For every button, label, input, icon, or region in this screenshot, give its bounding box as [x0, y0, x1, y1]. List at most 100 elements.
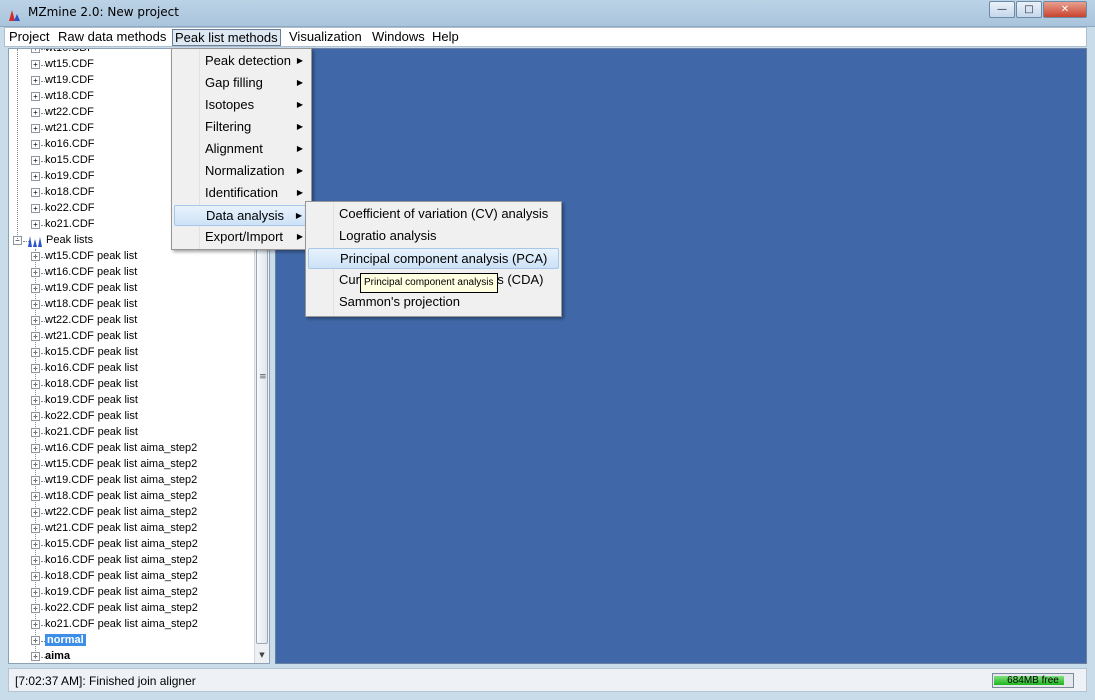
expand-icon[interactable]: + — [31, 172, 40, 181]
tree-item-label: wt21.CDF peak list — [45, 330, 138, 342]
menu-entry-label: Logratio analysis — [339, 228, 437, 243]
tree-item-label: wt15.CDF — [45, 58, 94, 70]
close-icon[interactable]: ✕ — [1043, 1, 1087, 18]
tree-item[interactable]: + wt15.CDF peak list aima_step2 — [9, 457, 255, 473]
menu-item-sammon-s-projection[interactable]: Sammon's projection — [308, 292, 559, 313]
menu-item-data-analysis[interactable]: Data analysis ▶ — [174, 205, 309, 226]
tree-item-label: ko16.CDF peak list aima_step2 — [45, 554, 198, 566]
menu-item-principal-component-analysis-pca[interactable]: Principal component analysis (PCA) — [308, 248, 559, 269]
tree-item[interactable]: + ko18.CDF peak list aima_step2 — [9, 569, 255, 585]
tree-item[interactable]: + ko22.CDF peak list — [9, 409, 255, 425]
tree-item[interactable]: + wt16.CDF peak list aima_step2 — [9, 441, 255, 457]
tree-item[interactable]: + wt15.CDF peak list — [9, 249, 255, 265]
mzmine-app-icon — [9, 10, 20, 21]
tree-item[interactable]: + wt21.CDF peak list — [9, 329, 255, 345]
submenu-arrow-icon: ▶ — [296, 188, 303, 197]
tree-item[interactable]: + wt18.CDF peak list aima_step2 — [9, 489, 255, 505]
expand-icon[interactable]: + — [31, 108, 40, 117]
tree-item[interactable]: + ko21.CDF peak list aima_step2 — [9, 617, 255, 633]
tree-item[interactable]: + ko16.CDF peak list aima_step2 — [9, 553, 255, 569]
expand-icon[interactable]: + — [31, 92, 40, 101]
maximize-icon[interactable]: □ — [1016, 1, 1042, 18]
submenu-arrow-icon: ▶ — [296, 232, 303, 241]
tree-item[interactable]: + ko21.CDF peak list — [9, 425, 255, 441]
menu-item-gap-filling[interactable]: Gap filling ▶ — [174, 73, 309, 94]
memory-indicator: 684MB free — [992, 673, 1074, 688]
menu-raw-data-methods[interactable]: Raw data methods — [56, 29, 168, 46]
menu-project[interactable]: Project — [7, 29, 51, 46]
menu-item-export-import[interactable]: Export/Import ▶ — [174, 227, 309, 248]
tree-item-label: ko16.CDF — [45, 138, 95, 150]
menu-item-identification[interactable]: Identification ▶ — [174, 183, 309, 204]
tree-item[interactable]: + wt22.CDF peak list — [9, 313, 255, 329]
tree-item[interactable]: + wt19.CDF peak list — [9, 281, 255, 297]
tree-item[interactable]: + ko19.CDF peak list aima_step2 — [9, 585, 255, 601]
tree-item-label: ko22.CDF peak list — [45, 410, 138, 422]
tree-item[interactable]: + wt22.CDF peak list aima_step2 — [9, 505, 255, 521]
menu-peak-list-methods[interactable]: Peak list methods — [172, 29, 281, 46]
peak-list-methods-menu: Peak detection ▶ Gap filling ▶ Isotopes ▶ Filt… — [171, 48, 312, 250]
menu-visualization[interactable]: Visualization — [287, 29, 364, 46]
tree-item-label: ko21.CDF — [45, 218, 95, 230]
tree-item-label: wt19.CDF peak list — [45, 282, 138, 294]
peak-list-icon — [28, 236, 42, 247]
menu-entry-label: Alignment — [205, 141, 263, 156]
tree-item[interactable]: + wt19.CDF peak list aima_step2 — [9, 473, 255, 489]
menu-help[interactable]: Help — [430, 29, 461, 46]
menu-item-alignment[interactable]: Alignment ▶ — [174, 139, 309, 160]
tree-item[interactable]: + wt16.CDF peak list — [9, 265, 255, 281]
tree-item-label: ko18.CDF — [45, 186, 95, 198]
tree-item[interactable]: + ko19.CDF peak list — [9, 393, 255, 409]
tree-item-label: wt16.CDF peak list aima_step2 — [45, 442, 198, 454]
minimize-icon[interactable]: — — [989, 1, 1015, 18]
expand-icon[interactable]: + — [31, 204, 40, 213]
expand-icon[interactable]: + — [31, 124, 40, 133]
scroll-down-icon[interactable]: ▼ — [255, 648, 269, 663]
submenu-arrow-icon: ▶ — [296, 100, 303, 109]
menu-entry-label: Export/Import — [205, 229, 284, 244]
tree-item[interactable]: + wt21.CDF peak list aima_step2 — [9, 521, 255, 537]
menu-entry-label: Sammon's projection — [339, 294, 460, 309]
menu-bar: Project Raw data methods Peak list metho… — [4, 27, 1087, 47]
expand-icon[interactable]: + — [31, 188, 40, 197]
tree-item-label: ko18.CDF peak list aima_step2 — [45, 570, 198, 582]
menu-item-isotopes[interactable]: Isotopes ▶ — [174, 95, 309, 116]
expand-icon[interactable]: + — [31, 156, 40, 165]
expand-icon[interactable]: + — [31, 60, 40, 69]
tree-item-label: ko22.CDF peak list aima_step2 — [45, 602, 198, 614]
menu-item-normalization[interactable]: Normalization ▶ — [174, 161, 309, 182]
tree-item-label: wt22.CDF peak list — [45, 314, 138, 326]
menu-item-coefficient-of-variation-cv-analysis[interactable]: Coefficient of variation (CV) analysis — [308, 204, 559, 225]
status-bar: [7:02:37 AM]: Finished join aligner 684M… — [8, 668, 1087, 692]
status-message: [7:02:37 AM]: Finished join aligner — [15, 674, 196, 688]
tree-item[interactable]: + wt18.CDF peak list — [9, 297, 255, 313]
tree-item[interactable]: + aima — [9, 649, 255, 663]
menu-entry-label: Identification — [205, 185, 278, 200]
tree-item-label: wt15.CDF peak list aima_step2 — [45, 458, 198, 470]
expand-icon[interactable]: + — [31, 49, 40, 53]
tree-item-label: ko19.CDF peak list — [45, 394, 138, 406]
submenu-arrow-icon: ▶ — [296, 122, 303, 131]
tree-item-label: wt18.CDF peak list aima_step2 — [45, 490, 198, 502]
menu-entry-label: Data analysis — [206, 208, 285, 223]
expand-icon[interactable]: + — [31, 140, 40, 149]
menu-item-logratio-analysis[interactable]: Logratio analysis — [308, 226, 559, 247]
expand-icon[interactable]: + — [31, 76, 40, 85]
menu-item-filtering[interactable]: Filtering ▶ — [174, 117, 309, 138]
tree-item[interactable]: + ko15.CDF peak list aima_step2 — [9, 537, 255, 553]
tree-item[interactable]: + ko16.CDF peak list — [9, 361, 255, 377]
menu-entry-label: Normalization — [205, 163, 285, 178]
expand-icon[interactable]: + — [31, 220, 40, 229]
tree-item[interactable]: + ko18.CDF peak list — [9, 377, 255, 393]
tree-item-label: wt16.CDF — [45, 48, 94, 54]
menu-item-peak-detection[interactable]: Peak detection ▶ — [174, 51, 309, 72]
tree-item-label: ko15.CDF — [45, 154, 95, 166]
tree-item-label: wt21.CDF — [45, 122, 94, 134]
tree-item[interactable]: + ko15.CDF peak list — [9, 345, 255, 361]
tree-item-label: wt15.CDF peak list — [45, 250, 138, 262]
tree-item[interactable]: + normal — [9, 633, 255, 649]
menu-windows[interactable]: Windows — [370, 29, 427, 46]
submenu-arrow-icon: ▶ — [296, 144, 303, 153]
tree-item[interactable]: + ko22.CDF peak list aima_step2 — [9, 601, 255, 617]
menu-entry-label: Coefficient of variation (CV) analysis — [339, 206, 549, 221]
